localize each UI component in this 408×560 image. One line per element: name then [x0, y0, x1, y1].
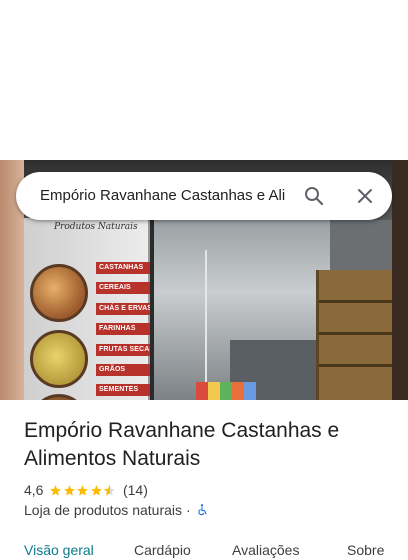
- separator-dot: ·: [186, 502, 191, 518]
- banner-tag: CHÁS E ERVAS: [96, 302, 150, 315]
- banner-tag: FARINHAS: [96, 323, 150, 336]
- close-icon[interactable]: [353, 184, 377, 208]
- tab-overview[interactable]: Visão geral: [24, 541, 94, 559]
- product-display: [196, 382, 256, 400]
- star-icon: [64, 484, 75, 496]
- review-count[interactable]: (14): [123, 482, 148, 498]
- category-row: Loja de produtos naturais ·: [24, 501, 209, 519]
- glass-door: [205, 250, 207, 400]
- star-half-icon: [104, 484, 116, 496]
- banner-tag: SEMENTES: [96, 384, 150, 397]
- wall-right: [392, 160, 408, 400]
- wooden-shelf: [316, 270, 392, 400]
- door-frame: [150, 220, 154, 400]
- tab-menu[interactable]: Cardápio: [134, 541, 191, 559]
- search-icon[interactable]: [302, 184, 326, 208]
- tab-bar: Visão geral Cardápio Avaliações Sobre: [0, 540, 408, 560]
- place-category: Loja de produtos naturais: [24, 502, 182, 518]
- tab-about[interactable]: Sobre: [347, 541, 384, 559]
- store-banner: Produtos Naturais CASTANHAS CEREAIS CHÁS…: [24, 218, 150, 400]
- rating-row[interactable]: 4,6 (14): [24, 481, 148, 499]
- star-icon: [77, 484, 89, 496]
- place-info-panel: Empório Ravanhane Castanhas e Alimentos …: [0, 400, 408, 560]
- wheelchair-icon[interactable]: [195, 503, 209, 517]
- blank-area: [0, 0, 408, 160]
- search-input[interactable]: Empório Ravanhane Castanhas e Ali: [40, 186, 290, 206]
- banner-tag: CASTANHAS: [96, 262, 150, 274]
- banner-title: Produtos Naturais: [54, 222, 138, 232]
- rating-value: 4,6: [24, 482, 44, 498]
- bowl-image: [30, 330, 88, 388]
- banner-tag: CEREAIS: [96, 282, 150, 295]
- banner-tag: GRÃOS: [96, 363, 150, 376]
- banner-tag: FRUTAS SECAS: [96, 343, 150, 356]
- star-icon: [50, 484, 62, 496]
- banner-tag-list: CASTANHAS CEREAIS CHÁS E ERVAS FARINHAS …: [96, 262, 150, 400]
- star-rating: [49, 484, 117, 497]
- star-icon: [91, 484, 102, 496]
- tab-reviews[interactable]: Avaliações: [232, 541, 299, 559]
- place-title: Empório Ravanhane Castanhas e Alimentos …: [24, 419, 340, 470]
- search-bar[interactable]: Empório Ravanhane Castanhas e Ali: [16, 172, 392, 220]
- bowl-image: [30, 264, 88, 322]
